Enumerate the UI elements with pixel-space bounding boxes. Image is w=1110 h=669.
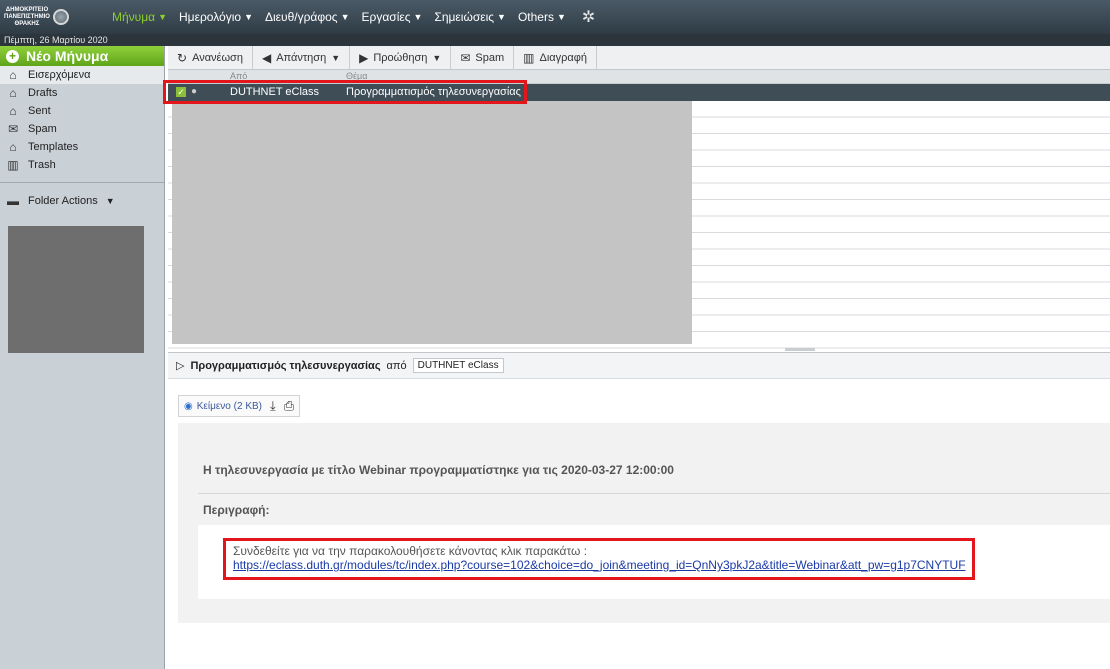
sidebar: + Νέο Μήνυμα ⌂ Εισερχόμενα ⌂ Drafts ⌂ Sent … xyxy=(0,46,165,669)
chevron-down-icon: ▼ xyxy=(158,12,168,22)
sent-icon: ⌂ xyxy=(9,104,17,118)
menu-others[interactable]: Others ▼ xyxy=(518,10,566,24)
attachment-label: Κείμενο (2 KB) xyxy=(196,400,262,412)
highlight-box-link xyxy=(223,538,975,580)
message-title: Η τηλεσυνεργασία με τίτλο Webinar προγρα… xyxy=(203,463,674,477)
folder-trash[interactable]: ▥ Trash xyxy=(0,156,164,174)
refresh-icon: ↻ xyxy=(177,50,188,65)
highlight-box-row xyxy=(163,80,527,104)
download-icon[interactable]: ⤓ xyxy=(270,398,276,414)
folder-actions-button[interactable]: ▬ Folder Actions ▼ xyxy=(0,191,164,211)
plus-icon: + xyxy=(6,49,19,63)
preview-subject: Προγραμματισμός τηλεσυνεργασίας xyxy=(190,359,381,372)
emblem-icon xyxy=(52,9,69,25)
chevron-down-icon: ▼ xyxy=(413,12,423,22)
folder-inbox[interactable]: ⌂ Εισερχόμενα xyxy=(0,66,164,84)
menu-calendar[interactable]: Ημερολόγιο ▼ xyxy=(179,10,253,24)
menu-tasks[interactable]: Εργασίες ▼ xyxy=(362,10,423,24)
spam-icon: ✉ xyxy=(7,122,19,136)
folder-sent[interactable]: ⌂ Sent xyxy=(0,102,164,120)
date-strip xyxy=(165,34,1110,46)
chevron-down-icon: ▼ xyxy=(432,52,442,63)
message-toolbar: ↻ Ανανέωση ◀ Απάντηση ▼ ▶ Προώθηση ▼ ✉ Spam ▥ Δ… xyxy=(168,45,1110,70)
folder-templates[interactable]: ⌂ Templates xyxy=(0,138,164,156)
folder-icon: ▬ xyxy=(7,194,19,208)
divider xyxy=(198,493,1110,494)
message-list: Από Θέμα ✓ ● DUTHNET eClass Προγραμματισ… xyxy=(168,70,1110,350)
expand-icon[interactable]: ▷ xyxy=(176,359,184,372)
preview-pane: ▷ Προγραμματισμός τηλεσυνεργασίας από DU… xyxy=(168,352,1110,669)
drafts-icon: ⌂ xyxy=(9,86,17,100)
gear-icon[interactable]: ✲ xyxy=(582,7,595,27)
from-word: από xyxy=(386,359,407,372)
sidebar-divider xyxy=(0,182,164,183)
trash-icon: ▥ xyxy=(7,158,19,172)
refresh-button[interactable]: ↻ Ανανέωση xyxy=(168,45,253,70)
print-icon[interactable]: ⎙ xyxy=(284,398,294,414)
menu-address-book[interactable]: Διευθ/γράφος ▼ xyxy=(265,10,350,24)
folder-drafts[interactable]: ⌂ Drafts xyxy=(0,84,164,102)
chevron-down-icon: ▼ xyxy=(556,12,566,22)
spam-icon: ✉ xyxy=(460,50,471,65)
sender-tag[interactable]: DUTHNET eClass xyxy=(412,358,504,373)
message-body-area: Η τηλεσυνεργασία με τίτλο Webinar προγρα… xyxy=(178,423,1110,623)
description-label: Περιγραφή: xyxy=(203,503,270,517)
attachment[interactable]: ◉ Κείμενο (2 KB) ⤓ ⎙ xyxy=(178,395,301,417)
redacted-panel xyxy=(8,226,144,353)
pane-resize-handle[interactable] xyxy=(785,348,815,351)
redacted-area xyxy=(172,101,692,344)
forward-button[interactable]: ▶ Προώθηση ▼ xyxy=(350,45,452,70)
chevron-down-icon: ▼ xyxy=(340,12,350,22)
current-date: Πέμπτη, 26 Μαρτίου 2020 xyxy=(0,34,165,46)
new-message-button[interactable]: + Νέο Μήνυμα xyxy=(0,46,164,66)
inbox-icon: ⌂ xyxy=(9,68,17,82)
chevron-down-icon: ▼ xyxy=(105,196,115,206)
templates-icon: ⌂ xyxy=(9,140,17,154)
arrow-right-icon: ▶ xyxy=(359,50,369,65)
arrow-left-icon: ◀ xyxy=(261,50,272,65)
preview-header: ▷ Προγραμματισμός τηλεσυνεργασίας από DU… xyxy=(168,353,1110,379)
chevron-down-icon: ▼ xyxy=(497,12,506,22)
delete-button[interactable]: ▥ Διαγραφή xyxy=(514,45,598,70)
reply-button[interactable]: ◀ Απάντηση ▼ xyxy=(253,45,351,70)
folder-spam[interactable]: ✉ Spam xyxy=(0,120,164,138)
trash-icon: ▥ xyxy=(523,50,535,65)
menu-notes[interactable]: Σημειώσεις ▼ xyxy=(434,10,506,24)
spam-button[interactable]: ✉ Spam xyxy=(451,45,515,70)
chevron-down-icon: ▼ xyxy=(244,12,253,22)
university-logo[interactable]: ΔΗΜΟΚΡΙΤΕΙΟ ΠΑΝΕΠΙΣΤΗΜΙΟ ΘΡΑΚΗΣ xyxy=(0,0,112,34)
top-menu-bar: ΔΗΜΟΚΡΙΤΕΙΟ ΠΑΝΕΠΙΣΤΗΜΙΟ ΘΡΑΚΗΣ Μήνυμα ▼ … xyxy=(0,0,1110,34)
attachment-icon: ◉ xyxy=(184,400,193,412)
menu-message[interactable]: Μήνυμα ▼ xyxy=(112,10,167,24)
chevron-down-icon: ▼ xyxy=(331,52,341,63)
